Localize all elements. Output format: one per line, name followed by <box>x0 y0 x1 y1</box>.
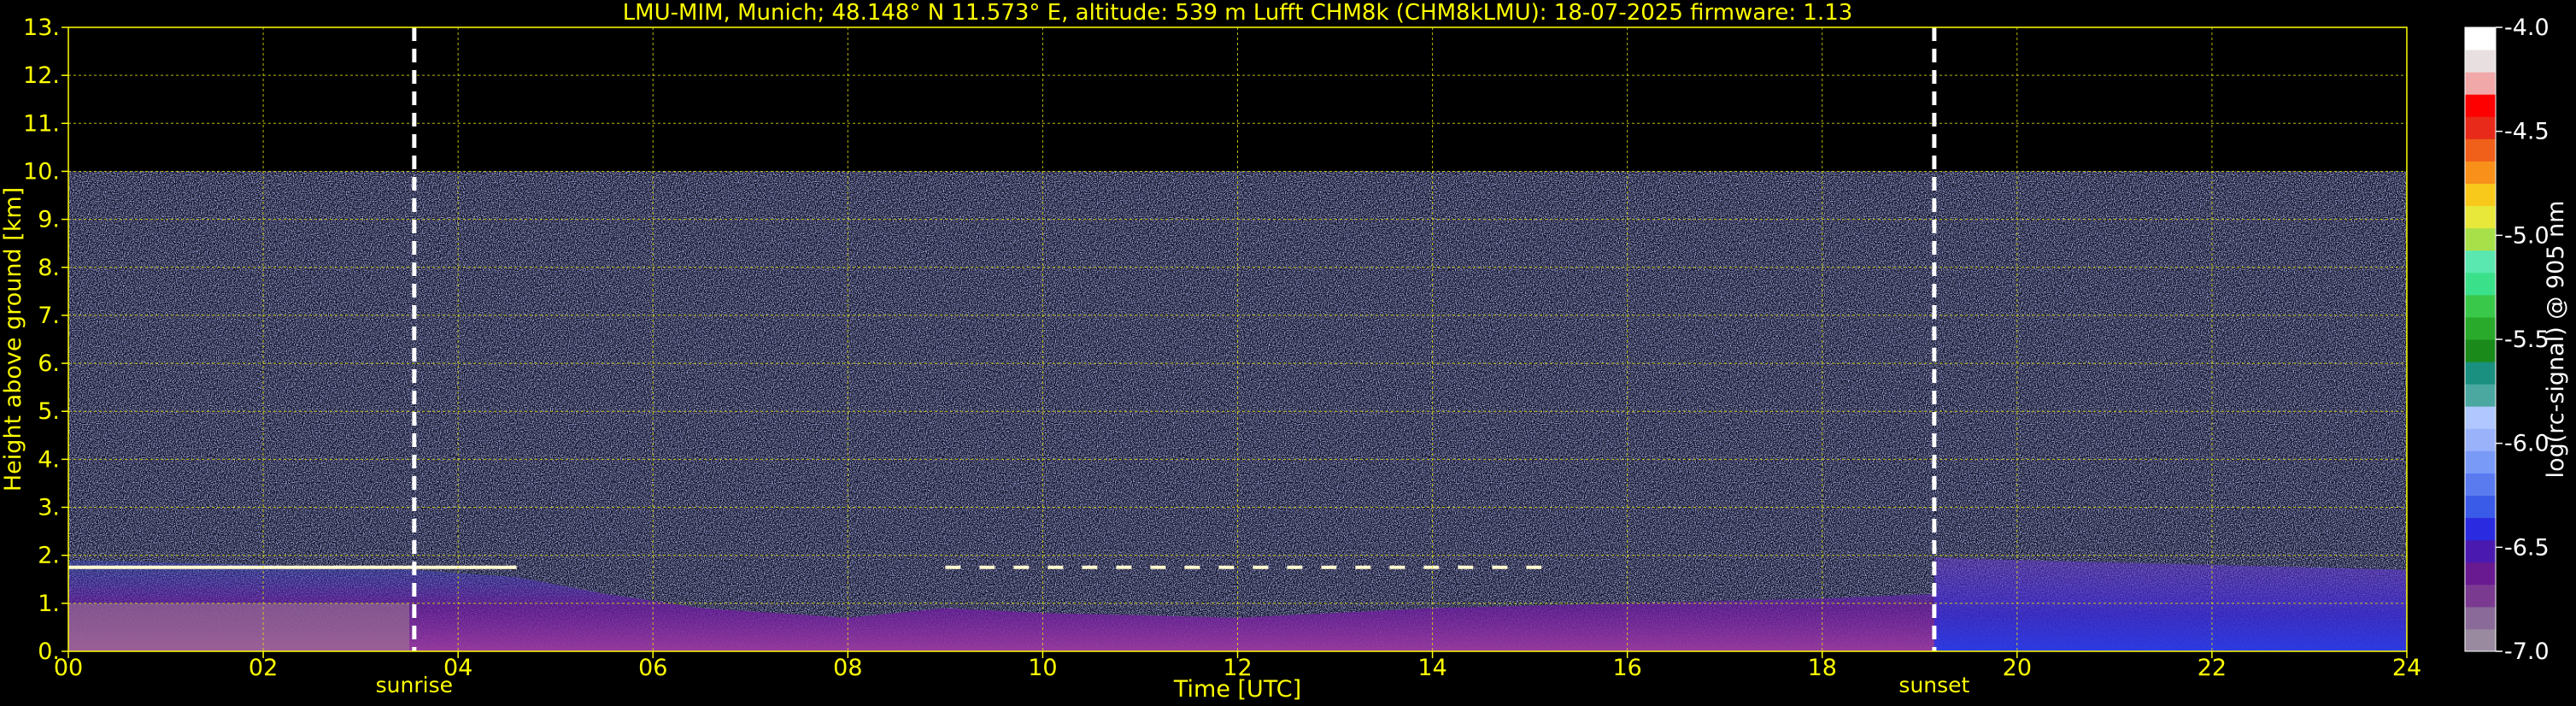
colorbar-tick-label: -4.5 <box>2504 119 2550 145</box>
colorbar-segment <box>2465 294 2496 318</box>
x-tick-label: 10 <box>1028 655 1057 681</box>
colorbar-segment <box>2465 584 2496 608</box>
y-tick-label: 6. <box>38 350 60 377</box>
colorbar-segment <box>2465 406 2496 429</box>
y-tick-label: 11. <box>23 110 60 137</box>
x-tick-label: 08 <box>833 655 862 681</box>
colorbar-segment <box>2465 138 2496 162</box>
y-tick-label: 5. <box>38 398 60 425</box>
colorbar-segment <box>2465 205 2496 229</box>
colorbar-segment <box>2465 116 2496 139</box>
colorbar-segment <box>2465 539 2496 563</box>
y-tick-label: 8. <box>38 255 60 281</box>
colorbar-segment <box>2465 384 2496 407</box>
x-tick-label: 24 <box>2392 655 2421 681</box>
x-tick-label: 06 <box>638 655 667 681</box>
evening-layer <box>1933 557 2407 651</box>
x-tick-label: 00 <box>54 655 83 681</box>
x-axis-label: Time [UTC] <box>1173 676 1301 703</box>
event-label: sunset <box>1898 673 1969 697</box>
y-tick-label: 2. <box>38 543 60 569</box>
y-tick-label: 4. <box>38 446 60 473</box>
colorbar-segment <box>2465 450 2496 474</box>
x-tick-label: 18 <box>1808 655 1837 681</box>
y-tick-label: 9. <box>38 207 60 233</box>
y-tick-label: 1. <box>38 591 60 617</box>
y-tick-label: 10. <box>23 158 60 185</box>
x-tick-label: 16 <box>1612 655 1641 681</box>
colorbar-segment <box>2465 517 2496 541</box>
colorbar-segment <box>2465 428 2496 451</box>
colorbar-tick-label: -7.0 <box>2504 638 2550 665</box>
colorbar-tick-label: -4.0 <box>2504 15 2550 41</box>
colorbar-tick-label: -6.5 <box>2504 534 2550 561</box>
colorbar-segment <box>2465 339 2496 362</box>
surface-layer <box>68 603 410 651</box>
y-tick-label: 12. <box>23 62 60 89</box>
chart-title: LMU-MIM, Munich; 48.148° N 11.573° E, al… <box>623 0 1853 26</box>
y-tick-label: 7. <box>38 303 60 329</box>
x-tick-label: 04 <box>443 655 472 681</box>
colorbar-segment <box>2465 606 2496 630</box>
ceilometer-chart: sunrise sunset 0.1.2.3.4.5.6.7.8.9.10.11.… <box>0 0 2576 706</box>
colorbar-segment <box>2465 495 2496 519</box>
colorbar-segment <box>2465 250 2496 274</box>
colorbar-label: log(rc-signal) @ 905 nm <box>2543 201 2569 479</box>
x-tick-label: 14 <box>1417 655 1446 681</box>
colorbar-segment <box>2465 227 2496 251</box>
x-tick-label: 20 <box>2003 655 2032 681</box>
colorbar-segment <box>2465 94 2496 117</box>
colorbar-segment <box>2465 183 2496 207</box>
colorbar-segment <box>2465 362 2496 385</box>
y-axis-label: Height above ground [km] <box>0 187 26 491</box>
event-label: sunrise <box>376 673 453 697</box>
colorbar-segment <box>2465 161 2496 184</box>
colorbar-segment <box>2465 316 2496 340</box>
colorbar-segment <box>2465 272 2496 296</box>
colorbar-segment <box>2465 50 2496 73</box>
x-tick-label: 02 <box>249 655 278 681</box>
colorbar-segment <box>2465 628 2496 652</box>
colorbar-segment <box>2465 473 2496 496</box>
colorbar-segment <box>2465 27 2496 50</box>
colorbar-segment <box>2465 562 2496 585</box>
colorbar-segment <box>2465 72 2496 95</box>
y-tick-label: 3. <box>38 495 60 521</box>
y-tick-label: 13. <box>23 15 60 41</box>
x-tick-label: 22 <box>2198 655 2227 681</box>
